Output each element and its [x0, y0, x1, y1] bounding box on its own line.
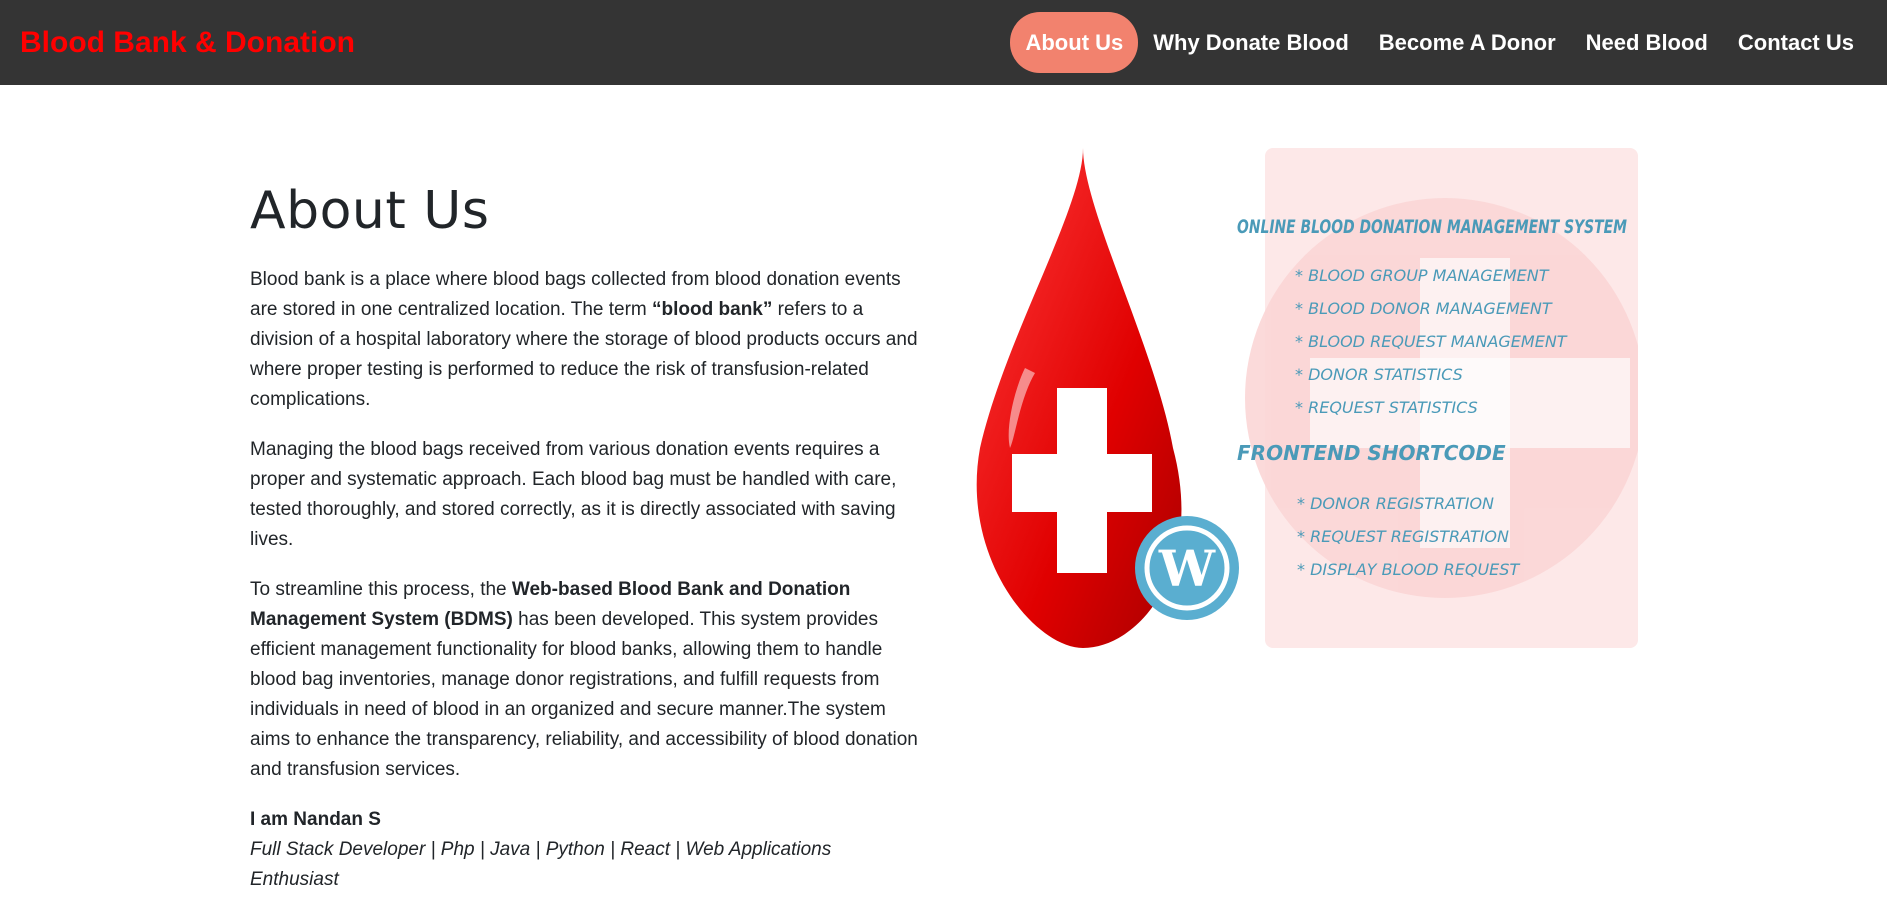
feature-heading-2: FRONTEND SHORTCODE [1237, 441, 1506, 465]
about-text: To streamline this process, the [250, 579, 512, 600]
feature-item: * DONOR REGISTRATION [1297, 494, 1494, 513]
about-paragraph-3: To streamline this process, the Web-base… [250, 575, 920, 785]
blood-bank-term: “blood bank” [652, 299, 773, 320]
author-block: I am Nandan S Full Stack Developer | Php… [250, 805, 920, 895]
about-paragraph-2: Managing the blood bags received from va… [250, 439, 897, 550]
nav-why-donate-blood[interactable]: Why Donate Blood [1138, 12, 1364, 73]
author-name: I am Nandan S [250, 809, 381, 830]
nav-menu: About Us Why Donate Blood Become A Donor… [1010, 12, 1869, 73]
about-text: has been developed. This system provides… [250, 609, 918, 780]
author-role: Full Stack Developer | Php | Java | Pyth… [250, 839, 832, 890]
feature-heading-1: ONLINE BLOOD DONATION MANAGEMENT SYSTEM [1237, 216, 1627, 238]
about-section: About Us Blood bank is a place where blo… [250, 175, 920, 915]
about-paragraph-1: Blood bank is a place where blood bags c… [250, 265, 920, 415]
feature-item: * DONOR STATISTICS [1295, 365, 1463, 384]
hero-image: W ONLINE BLOOD DONATION MANAGEMENT SYSTE… [975, 148, 1638, 648]
feature-item: * BLOOD REQUEST MANAGEMENT [1295, 332, 1568, 351]
feature-item: * BLOOD DONOR MANAGEMENT [1295, 299, 1553, 318]
feature-item: * REQUEST REGISTRATION [1297, 527, 1509, 546]
feature-item: * REQUEST STATISTICS [1295, 398, 1478, 417]
nav-need-blood[interactable]: Need Blood [1571, 12, 1723, 73]
nav-become-a-donor[interactable]: Become A Donor [1364, 12, 1571, 73]
blood-donation-illustration: W ONLINE BLOOD DONATION MANAGEMENT SYSTE… [976, 148, 1638, 648]
feature-item: * BLOOD GROUP MANAGEMENT [1295, 266, 1550, 285]
feature-item: * DISPLAY BLOOD REQUEST [1297, 560, 1520, 579]
top-navbar: Blood Bank & Donation About Us Why Donat… [0, 0, 1887, 85]
nav-about-us[interactable]: About Us [1010, 12, 1139, 73]
svg-text:W: W [1158, 539, 1216, 598]
page-title: About Us [250, 181, 490, 241]
brand-logo-text[interactable]: Blood Bank & Donation [20, 22, 355, 64]
wordpress-icon: W [1135, 516, 1239, 620]
nav-contact-us[interactable]: Contact Us [1723, 12, 1869, 73]
